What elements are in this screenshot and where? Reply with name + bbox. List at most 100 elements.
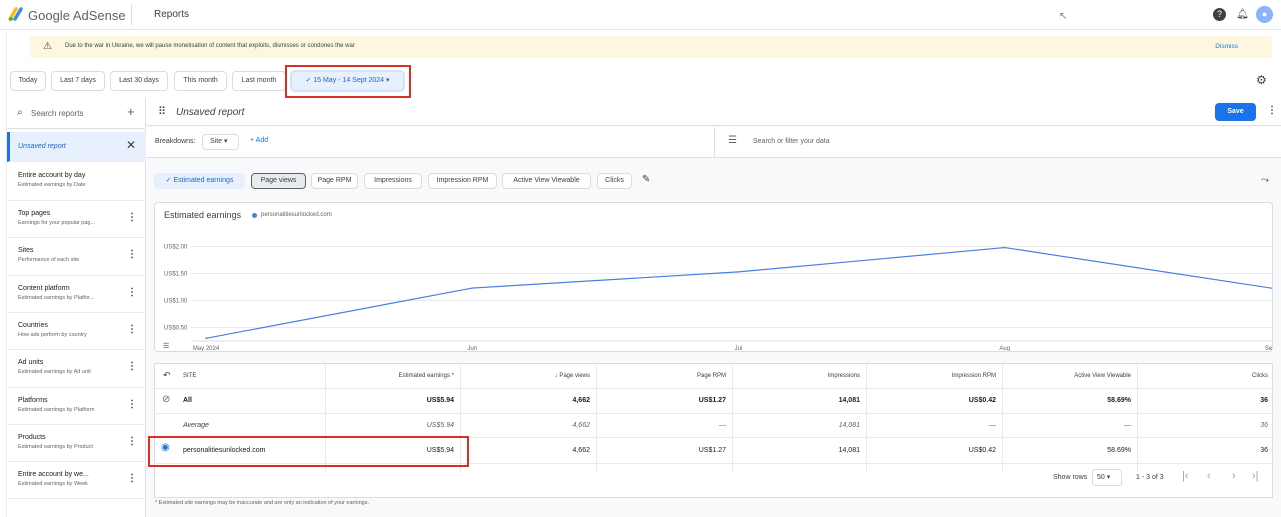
x-tick-label: Jul xyxy=(735,346,743,351)
more-vert-icon[interactable]: ⋮ xyxy=(127,212,137,223)
header-active-view-viewable[interactable]: Active View Viewable xyxy=(1002,364,1137,388)
sidebar-item-top-pages[interactable]: Top pages Earnings for your popular pag..… xyxy=(7,201,146,238)
sidebar-item-title: Entire account by we... xyxy=(18,471,89,478)
page-title: Reports xyxy=(154,9,190,20)
breakdowns-label: Breakdowns: xyxy=(155,138,196,145)
metric-estimated-earnings[interactable]: ✓ Estimated earnings xyxy=(154,173,245,189)
active-report-label: Unsaved report xyxy=(18,143,66,150)
series-line xyxy=(205,246,1272,339)
cell: 14,081 xyxy=(838,447,860,454)
more-vert-icon[interactable]: ⋮ xyxy=(127,473,137,484)
apps-grid-icon[interactable]: ⠿ xyxy=(158,105,166,118)
date-range-last-7-days[interactable]: Last 7 days xyxy=(51,71,105,91)
metric-clicks[interactable]: Clicks xyxy=(597,173,632,189)
search-reports[interactable]: ⌕ Search reports + xyxy=(7,98,146,129)
more-vert-icon[interactable]: ⋮ xyxy=(127,399,137,410)
next-page-icon[interactable]: › xyxy=(1232,470,1236,482)
more-vert-icon[interactable]: ⋮ xyxy=(127,287,137,298)
metric-page-views[interactable]: Page views xyxy=(251,173,306,189)
metric-impression-rpm[interactable]: Impression RPM xyxy=(428,173,497,189)
sidebar-item-sites[interactable]: Sites Performance of each site ⋮ xyxy=(7,238,146,276)
header-impression-rpm[interactable]: Impression RPM xyxy=(866,364,1002,388)
cell: US$5.94 xyxy=(426,422,454,429)
dismiss-link[interactable]: Dismiss xyxy=(1215,43,1238,50)
chart-menu-icon[interactable]: ☰ xyxy=(163,342,169,350)
cell: 4,662 xyxy=(572,397,590,404)
left-strip xyxy=(0,30,7,517)
close-icon[interactable]: ✕ xyxy=(126,138,136,152)
sidebar-item-entire-account-by-day[interactable]: Entire account by day Estimated earnings … xyxy=(7,163,146,201)
filter-icon[interactable]: ☰ xyxy=(728,135,737,146)
header-estimated-earnings[interactable]: Estimated earnings * xyxy=(325,364,460,388)
gear-icon[interactable]: ⚙ xyxy=(1256,73,1267,87)
report-title[interactable]: Unsaved report xyxy=(176,107,244,118)
active-report-item[interactable]: Unsaved report ✕ xyxy=(7,132,146,162)
last-page-icon[interactable]: ›| xyxy=(1252,470,1259,482)
prev-page-icon[interactable]: ‹ xyxy=(1207,470,1211,482)
add-breakdown-button[interactable]: + Add xyxy=(250,137,268,144)
trend-icon[interactable]: ⤳ xyxy=(1261,175,1269,186)
date-range-last-30-days[interactable]: Last 30 days xyxy=(110,71,168,91)
x-tick-label: Jun xyxy=(467,346,477,351)
edit-pencil-icon[interactable]: ✎ xyxy=(642,174,650,185)
divider xyxy=(131,5,132,25)
sidebar-item-products[interactable]: Products Estimated earnings by Product ⋮ xyxy=(7,425,146,462)
header-impressions[interactable]: Impressions xyxy=(732,364,866,388)
cell: US$1.27 xyxy=(698,447,726,454)
cell: 14,081 xyxy=(838,397,860,404)
pagination-range: 1 - 3 of 3 xyxy=(1136,474,1164,481)
data-point xyxy=(205,337,207,340)
metric-active-view-viewable[interactable]: Active View Viewable xyxy=(502,173,591,189)
filter-search-input[interactable]: Search or filter your data xyxy=(753,138,830,145)
report-table: ↶ SITE Estimated earnings * ↓ Page views… xyxy=(154,363,1274,498)
more-vert-icon[interactable]: ⋮ xyxy=(127,436,137,447)
date-range-today[interactable]: Today xyxy=(10,71,46,91)
save-button[interactable]: Save xyxy=(1215,103,1256,121)
more-vert-icon[interactable]: ⋮ xyxy=(127,249,137,260)
cell-site: Average xyxy=(183,422,209,429)
visibility-off-icon[interactable]: ⊘ xyxy=(162,394,170,405)
breakdown-site-label: Site xyxy=(210,138,223,145)
back-icon[interactable]: ↶ xyxy=(163,370,171,381)
cell: — xyxy=(1124,422,1131,429)
header-site[interactable]: SITE xyxy=(183,364,263,388)
rows-per-page-select[interactable]: 50 ▾ xyxy=(1092,469,1122,486)
footnote: * Estimated site earnings may be inaccur… xyxy=(155,500,370,506)
cell: 36 xyxy=(1260,447,1268,454)
bell-icon[interactable]: 🔔︎ xyxy=(1236,8,1249,21)
metric-page-rpm[interactable]: Page RPM xyxy=(311,173,358,189)
search-input[interactable]: Search reports xyxy=(31,109,83,118)
sidebar-item-content-platform[interactable]: Content platform Estimated earnings by Pl… xyxy=(7,276,146,313)
data-point xyxy=(471,287,474,289)
divider xyxy=(714,127,715,158)
avatar[interactable]: ● xyxy=(1256,6,1273,23)
data-point xyxy=(1003,246,1006,249)
add-breakdown-label: Add xyxy=(255,137,269,144)
x-tick-label: Aug xyxy=(999,346,1010,351)
help-icon[interactable]: ? xyxy=(1213,8,1226,21)
first-page-icon[interactable]: |‹ xyxy=(1182,470,1189,482)
breakdown-site-chip[interactable]: Site ▾ xyxy=(202,134,239,150)
adsense-logo-icon xyxy=(8,7,23,21)
sidebar-item-ad-units[interactable]: Ad units Estimated earnings by Ad unit ⋮ xyxy=(7,350,146,388)
date-range-this-month[interactable]: This month xyxy=(174,71,227,91)
more-vert-icon[interactable]: ⋮ xyxy=(127,361,137,372)
reports-sidebar: ⌕ Search reports + Unsaved report ✕ Enti… xyxy=(7,98,150,517)
dropdown-arrow-icon: ▾ xyxy=(222,138,228,145)
banner-message: Due to the war in Ukraine, we will pause… xyxy=(65,43,355,49)
earnings-line-chart: US$2.00 US$1.50 US$1.00 US$0.50 May 2024 Jun J… xyxy=(164,245,1272,351)
cell: — xyxy=(989,422,996,429)
metric-impressions[interactable]: Impressions xyxy=(364,173,422,189)
cell: 36 xyxy=(1260,422,1268,429)
header-page-views[interactable]: ↓ Page views xyxy=(460,364,596,388)
sidebar-item-platforms[interactable]: Platforms Estimated earnings by Platform ⋮ xyxy=(7,388,146,425)
sidebar-item-entire-account-by-week[interactable]: Entire account by we... Estimated earning… xyxy=(7,462,146,499)
sidebar-item-countries[interactable]: Countries How ads perform by country ⋮ xyxy=(7,313,146,350)
header-clicks[interactable]: Clicks xyxy=(1137,364,1274,388)
more-vert-icon[interactable]: ⋮ xyxy=(127,324,137,335)
add-report-icon[interactable]: + xyxy=(127,104,135,119)
header-page-rpm[interactable]: Page RPM xyxy=(596,364,732,388)
cell: US$0.42 xyxy=(968,447,996,454)
more-vert-icon[interactable]: ⋮ xyxy=(1267,105,1277,116)
date-range-last-month[interactable]: Last month xyxy=(232,71,286,91)
